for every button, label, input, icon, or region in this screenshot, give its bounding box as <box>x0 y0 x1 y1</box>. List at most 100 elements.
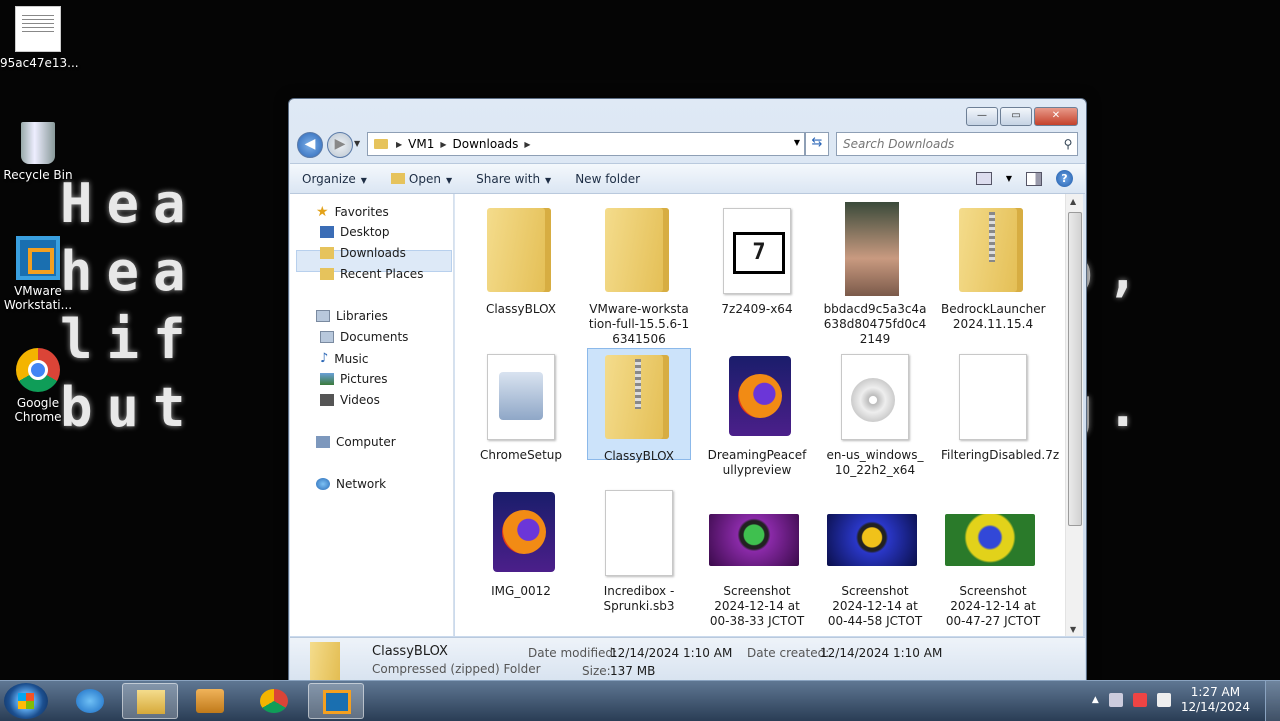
nav-documents[interactable]: Documents <box>320 330 408 344</box>
search-box: ⚲ <box>836 132 1078 156</box>
details-pane: ClassyBLOX Compressed (zipped) Folder Da… <box>290 637 1085 681</box>
nav-music[interactable]: ♪ Music <box>320 351 368 366</box>
minimize-button[interactable]: — <box>966 107 998 126</box>
details-created-label: Date created: <box>747 646 830 660</box>
desktop-icon-note[interactable]: 95ac47e13... <box>0 6 79 70</box>
taskbar-ie[interactable] <box>62 683 118 719</box>
nav-desktop[interactable]: Desktop <box>320 225 390 239</box>
taskbar-media-player[interactable] <box>182 683 238 719</box>
file-item[interactable]: Screenshot 2024-12-14 at 00-47-27 JCTOT <box>941 484 1045 629</box>
action-center-flag-icon[interactable] <box>1156 693 1171 707</box>
address-bar[interactable]: ▶ VM1 ▶ Downloads ▶ ▼ <box>367 132 805 156</box>
nav-videos[interactable]: Videos <box>320 393 380 407</box>
nav-pictures[interactable]: Pictures <box>320 372 388 386</box>
maximize-button[interactable]: ▭ <box>1000 107 1032 126</box>
computer-icon <box>316 436 330 448</box>
breadcrumb-separator-icon[interactable]: ▶ <box>394 140 404 149</box>
help-icon[interactable]: ? <box>1056 170 1073 187</box>
file-item[interactable]: ChromeSetup <box>469 348 573 463</box>
taskbar: ▲ 1:27 AM 12/14/2024 <box>0 680 1280 721</box>
nav-computer[interactable]: Computer <box>316 435 396 449</box>
desktop-icon-recycle-bin[interactable]: Recycle Bin <box>0 122 76 182</box>
taskbar-chrome[interactable] <box>246 683 302 719</box>
details-modified-label: Date modified: <box>528 646 618 660</box>
music-icon: ♪ <box>320 351 329 366</box>
taskbar-vmware[interactable] <box>308 683 364 719</box>
search-icon[interactable]: ⚲ <box>1059 137 1077 151</box>
forward-button[interactable]: ▶ <box>327 132 353 158</box>
breadcrumb-separator-icon[interactable]: ▶ <box>522 140 532 149</box>
details-file-type: Compressed (zipped) Folder <box>372 662 541 676</box>
taskbar-explorer[interactable] <box>122 683 178 719</box>
vertical-scrollbar[interactable]: ▲ ▼ <box>1065 194 1083 636</box>
scrollbar-thumb[interactable] <box>1068 212 1082 526</box>
history-dropdown-icon[interactable]: ▼ <box>354 139 360 148</box>
desktop-icon-chrome[interactable]: Google Chrome <box>0 348 76 424</box>
file-item[interactable]: Screenshot 2024-12-14 at 00-44-58 JCTOT <box>823 484 927 629</box>
network-icon <box>316 478 330 490</box>
details-size-label: Size: <box>582 664 611 678</box>
nav-libraries[interactable]: Libraries <box>316 309 388 323</box>
screenshot-thumbnail-icon <box>945 514 1035 566</box>
file-item[interactable]: IMG_0012 <box>469 484 573 599</box>
breadcrumb-downloads[interactable]: Downloads <box>449 137 523 151</box>
network-tray-icon[interactable] <box>1108 693 1123 707</box>
file-item[interactable]: Incredibox - Sprunki.sb3 <box>587 484 691 614</box>
folder-icon <box>487 208 551 292</box>
organize-button[interactable]: Organize ▼ <box>290 172 379 186</box>
chevron-down-icon[interactable]: ▼ <box>1006 174 1012 183</box>
screenshot-thumbnail-icon <box>827 514 917 566</box>
show-hidden-icons-icon[interactable]: ▲ <box>1092 695 1099 705</box>
details-created-value: 12/14/2024 1:10 AM <box>820 646 943 660</box>
scroll-up-icon[interactable]: ▲ <box>1070 197 1076 206</box>
file-item[interactable]: Screenshot 2024-12-14 at 00-38-33 JCTOT <box>705 484 809 629</box>
file-item[interactable]: VMware-workstation-full-15.5.6-16341506 <box>587 202 691 347</box>
videos-icon <box>320 394 334 406</box>
show-desktop-button[interactable] <box>1265 681 1280 721</box>
details-file-name: ClassyBLOX <box>372 644 448 659</box>
start-button[interactable] <box>4 683 48 719</box>
volume-muted-icon[interactable] <box>1132 693 1147 707</box>
file-item[interactable]: 7 7z2409-x64 <box>705 202 809 317</box>
change-view-icon[interactable] <box>975 172 992 185</box>
wallpaper-text: Hea hea lif but <box>60 172 200 439</box>
file-item[interactable]: en-us_windows_10_22h2_x64 <box>823 348 927 478</box>
desktop-icon-vmware[interactable]: VMware Workstati... <box>0 236 76 312</box>
breadcrumb-vm1[interactable]: VM1 <box>404 137 438 151</box>
clock[interactable]: 1:27 AM 12/14/2024 <box>1181 685 1250 715</box>
preview-pane-icon[interactable] <box>1026 171 1042 186</box>
open-button[interactable]: Open ▼ <box>379 172 464 186</box>
recent-places-icon <box>320 268 334 280</box>
blank-file-icon <box>959 354 1027 440</box>
details-size-value: 137 MB <box>610 664 656 678</box>
file-item[interactable]: ClassyBLOX <box>469 202 573 317</box>
breadcrumb-separator-icon[interactable]: ▶ <box>438 140 448 149</box>
folder-icon <box>374 139 388 149</box>
command-bar: Organize ▼ Open ▼ Share with ▼ New folder ▼… <box>290 163 1085 194</box>
close-button[interactable]: ✕ <box>1034 107 1078 126</box>
search-input[interactable] <box>837 136 1059 152</box>
scroll-down-icon[interactable]: ▼ <box>1070 625 1076 634</box>
nav-recent-places[interactable]: Recent Places <box>320 267 423 281</box>
open-folder-icon <box>605 208 669 292</box>
new-folder-button[interactable]: New folder <box>563 172 652 186</box>
file-item-selected[interactable]: ClassyBLOX <box>587 348 691 463</box>
zip-folder-icon <box>605 355 669 439</box>
chrome-icon <box>16 348 60 392</box>
file-explorer-icon <box>137 690 165 714</box>
nav-network[interactable]: Network <box>316 477 386 491</box>
firefox-document-icon <box>493 492 555 572</box>
file-item[interactable]: FilteringDisabled.7z <box>941 348 1059 463</box>
refresh-button[interactable]: ⇆ <box>805 132 829 156</box>
back-button[interactable]: ◀ <box>297 132 323 158</box>
file-item[interactable]: DreamingPeacefullypreview <box>705 348 809 478</box>
file-item[interactable]: BedrockLauncher 2024.11.15.4 <box>941 202 1046 332</box>
chevron-down-icon: ▼ <box>445 175 453 185</box>
chrome-icon <box>260 689 288 713</box>
file-item[interactable]: bbdacd9c5a3c4a638d80475fd0c42149 <box>823 202 927 347</box>
window-controls: — ▭ ✕ <box>966 107 1078 126</box>
nav-favorites[interactable]: ★ Favorites <box>316 204 389 220</box>
chevron-down-icon[interactable]: ▼ <box>794 138 800 147</box>
share-with-button[interactable]: Share with ▼ <box>464 172 563 186</box>
nav-downloads[interactable]: Downloads <box>320 246 406 260</box>
